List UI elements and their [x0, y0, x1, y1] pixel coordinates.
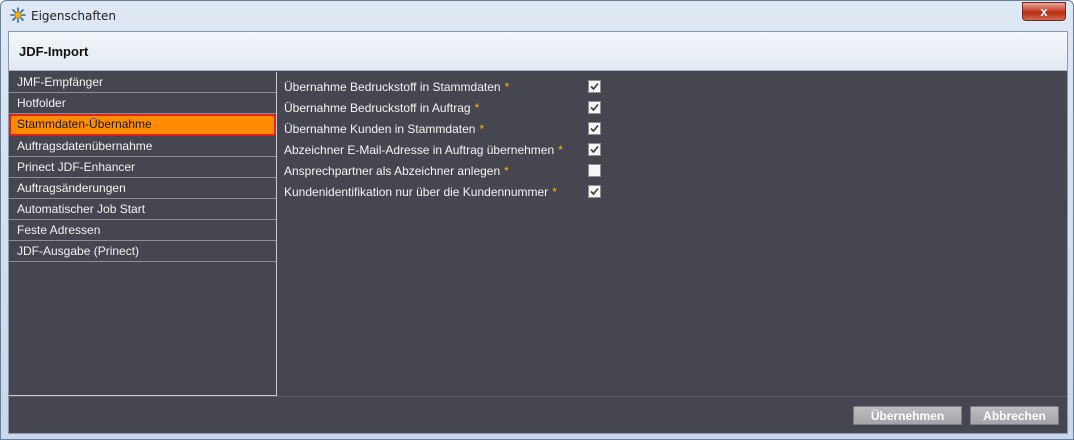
required-marker: *	[479, 122, 485, 136]
close-icon: x	[1040, 4, 1048, 19]
checkmark-icon	[590, 124, 599, 133]
checkmark-icon	[590, 103, 599, 112]
option-row: Übernahme Kunden in Stammdaten *	[284, 119, 604, 139]
sidebar-item-feste-adressen[interactable]: Feste Adressen	[9, 220, 276, 241]
properties-window: Eigenschaften x JDF-Import JMF-Empfänger…	[0, 0, 1074, 440]
required-marker: *	[504, 164, 509, 178]
sidebar-item-auftragsdatenuebernahme[interactable]: Auftragsdatenübernahme	[9, 136, 276, 157]
apply-button[interactable]: Übernehmen	[853, 406, 962, 425]
sidebar-item-auftragsaenderungen[interactable]: Auftragsänderungen	[9, 178, 276, 199]
close-button[interactable]: x	[1022, 2, 1066, 21]
sidebar-item-automatischer-job-start[interactable]: Automatischer Job Start	[9, 199, 276, 220]
checkbox-abzeichner-email[interactable]	[588, 143, 601, 156]
required-marker: *	[474, 101, 480, 115]
dialog-body: JDF-Import JMF-Empfänger Hotfolder Stamm…	[8, 31, 1068, 434]
required-marker: *	[558, 143, 563, 157]
required-marker: *	[504, 80, 510, 94]
option-label: Übernahme Bedruckstoff in Auftrag	[284, 101, 471, 115]
checkbox-bedruckstoff-stammdaten[interactable]	[588, 80, 601, 93]
cancel-button[interactable]: Abbrechen	[970, 406, 1059, 425]
checkbox-bedruckstoff-auftrag[interactable]	[588, 101, 601, 114]
checkmark-icon	[590, 187, 599, 196]
window-title: Eigenschaften	[31, 9, 117, 23]
checkmark-icon	[590, 145, 599, 154]
option-label: Kundenidentifikation nur über die Kunden…	[284, 185, 549, 199]
option-row: Übernahme Bedruckstoff in Stammdaten *	[284, 77, 604, 97]
required-marker: *	[552, 185, 557, 199]
section-header: JDF-Import	[9, 32, 1067, 71]
option-row: Ansprechpartner als Abzeichner anlegen *	[284, 161, 604, 181]
sidebar-item-hotfolder[interactable]: Hotfolder	[9, 93, 276, 114]
title-bar[interactable]: Eigenschaften x	[1, 1, 1073, 31]
option-label: Übernahme Bedruckstoff in Stammdaten	[284, 80, 501, 94]
option-row: Kundenidentifikation nur über die Kunden…	[284, 182, 604, 202]
option-label: Abzeichner E-Mail-Adresse in Auftrag übe…	[284, 143, 555, 157]
checkmark-icon	[590, 82, 599, 91]
settings-panel: Übernahme Bedruckstoff in Stammdaten * Üb…	[277, 72, 1067, 396]
checkbox-kunden-stammdaten[interactable]	[588, 122, 601, 135]
sidebar-item-jdf-ausgabe[interactable]: JDF-Ausgabe (Prinect)	[9, 241, 276, 262]
option-row: Übernahme Bedruckstoff in Auftrag *	[284, 98, 604, 118]
sidebar-item-jmf-empfaenger[interactable]: JMF-Empfänger	[9, 72, 276, 93]
sidebar-nav: JMF-Empfänger Hotfolder Stammdaten-Übern…	[9, 72, 277, 396]
gear-sun-icon	[10, 7, 26, 23]
page-title: JDF-Import	[19, 44, 89, 59]
option-row: Abzeichner E-Mail-Adresse in Auftrag übe…	[284, 140, 604, 160]
button-bar: Übernehmen Abbrechen	[9, 396, 1067, 433]
sidebar-item-prinect-jdf-enhancer[interactable]: Prinect JDF-Enhancer	[9, 157, 276, 178]
checkbox-kundenidentifikation[interactable]	[588, 185, 601, 198]
checkbox-ansprechpartner-abzeichner[interactable]	[588, 164, 601, 177]
sidebar-item-stammdaten-uebernahme[interactable]: Stammdaten-Übernahme	[9, 114, 276, 136]
option-label: Übernahme Kunden in Stammdaten	[284, 122, 476, 136]
option-label: Ansprechpartner als Abzeichner anlegen	[284, 164, 501, 178]
